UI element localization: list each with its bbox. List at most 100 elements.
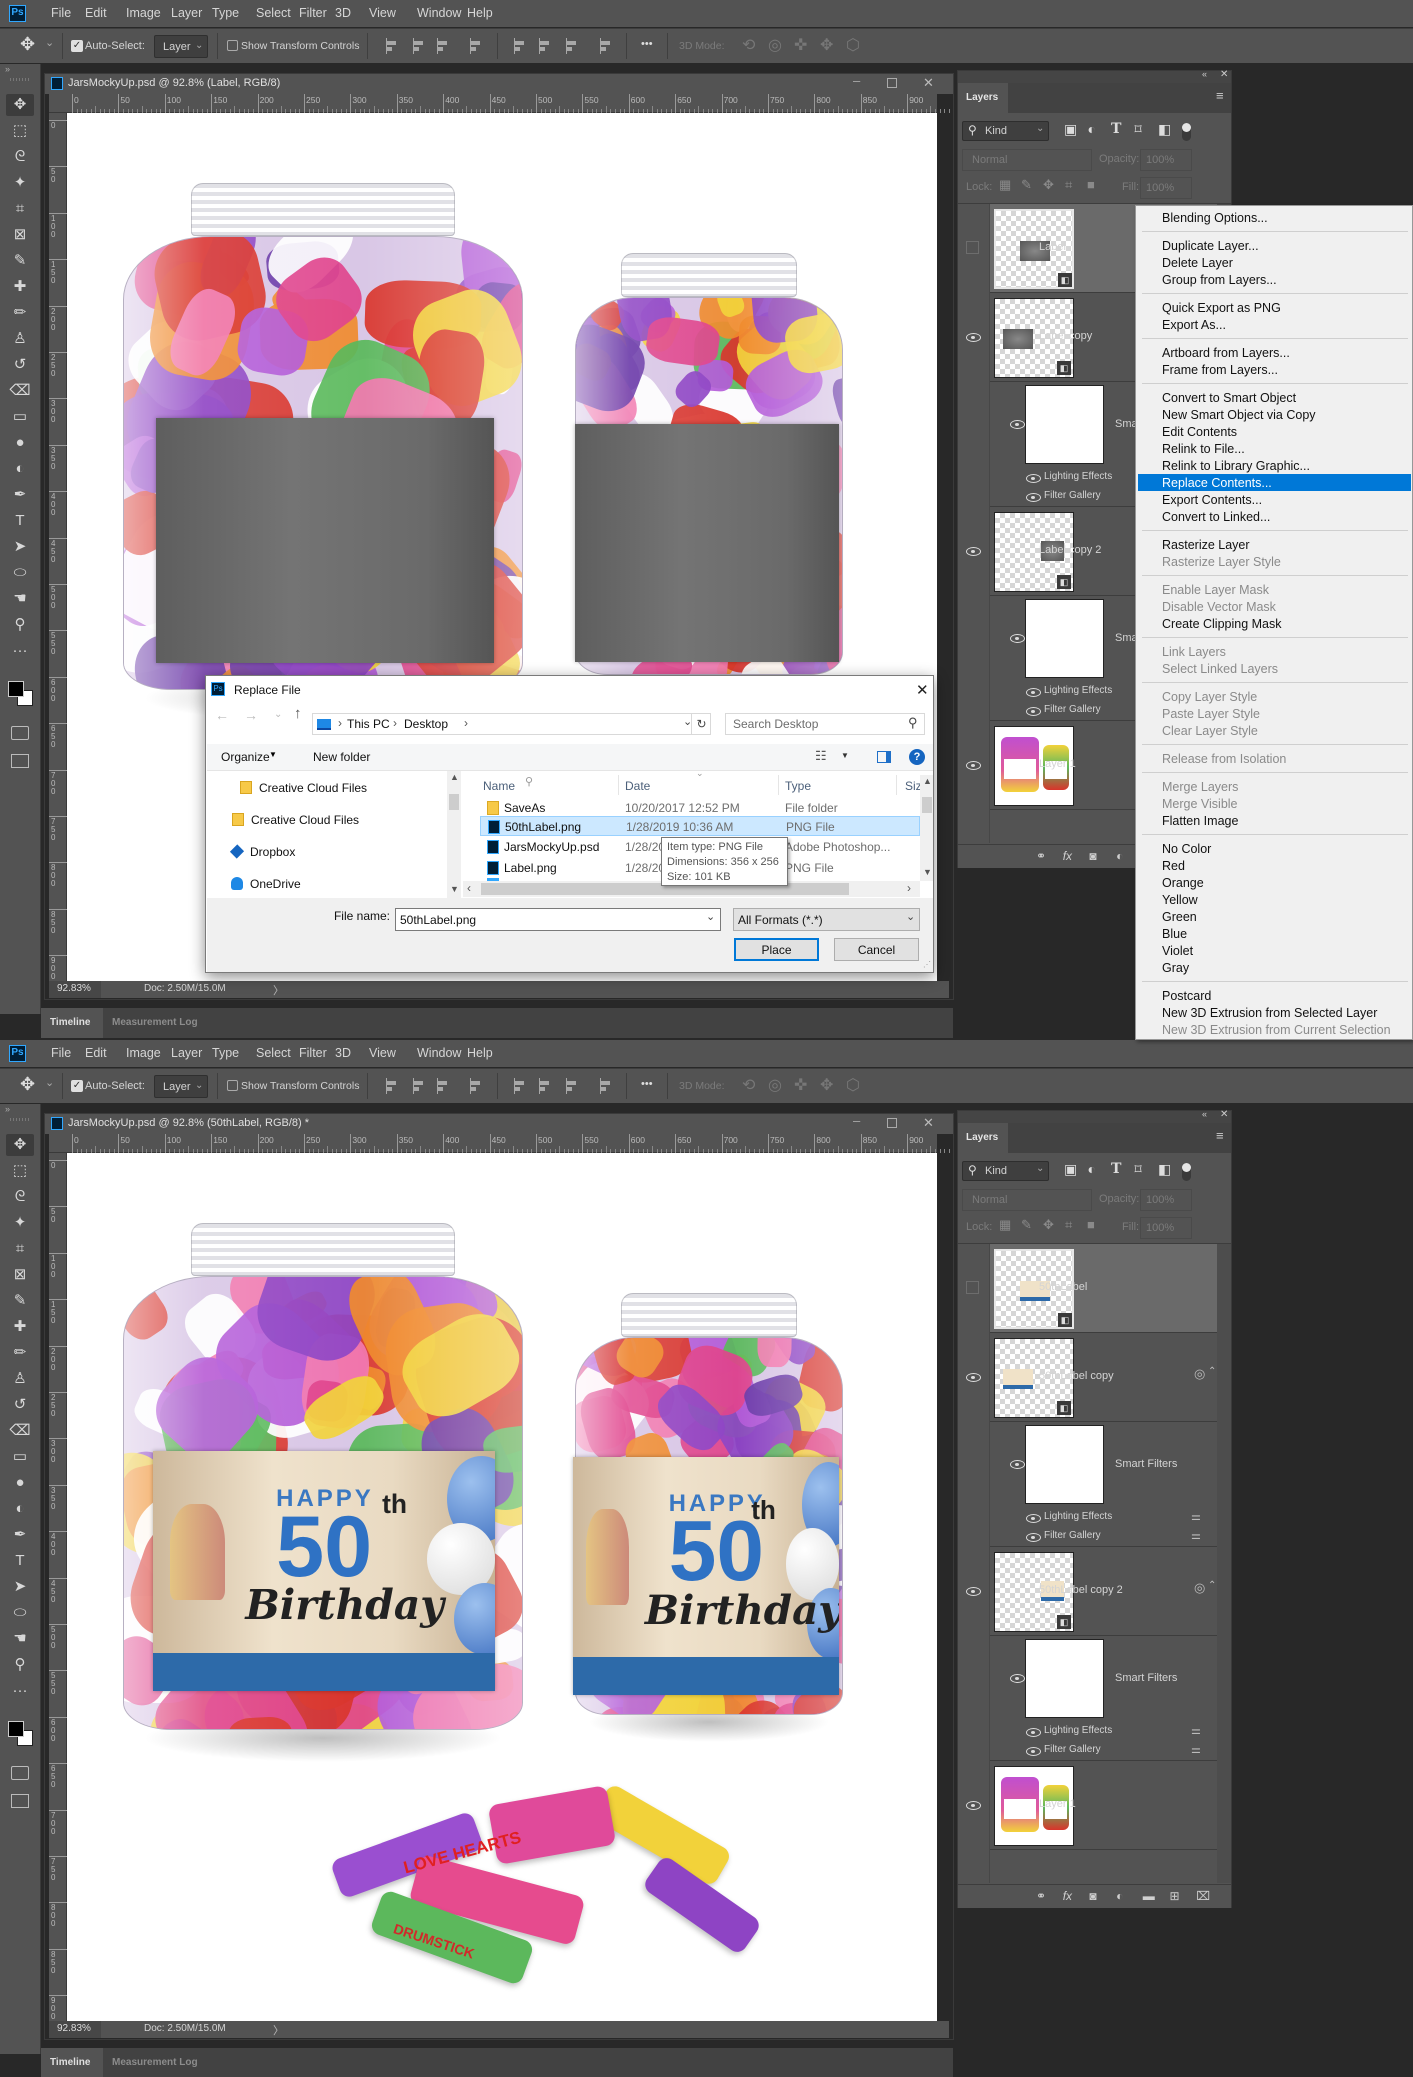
menu-item-orange[interactable]: Orange bbox=[1138, 874, 1411, 891]
menu-item-rasterize-layer[interactable]: Rasterize Layer bbox=[1138, 536, 1411, 553]
align-right-icon[interactable] bbox=[437, 38, 449, 54]
close-panel-icon[interactable]: ✕ bbox=[1220, 1109, 1228, 1120]
filter-blending-options-icon[interactable]: ⚌ bbox=[1191, 1529, 1201, 1542]
view-options-caret-icon[interactable]: ▼ bbox=[841, 751, 849, 760]
scroll-left-arrow[interactable]: ‹ bbox=[467, 881, 471, 895]
filter-kind-dropdown[interactable]: ⚲ Kind ⌄ bbox=[962, 1161, 1049, 1181]
distribute-vertical-icon[interactable] bbox=[600, 1078, 612, 1094]
distribute-horizontal-icon[interactable] bbox=[470, 1078, 482, 1094]
menu-image[interactable]: Image bbox=[126, 1046, 161, 1060]
adjustment-layer-icon[interactable]: ◐ bbox=[1116, 849, 1123, 863]
breadcrumb-desktop[interactable]: Desktop bbox=[404, 717, 448, 731]
menu-edit[interactable]: Edit bbox=[85, 1046, 107, 1060]
healing-brush-tool-icon[interactable]: ✚ bbox=[6, 276, 34, 298]
menu-item-relink-to-library-graphic[interactable]: Relink to Library Graphic... bbox=[1138, 457, 1411, 474]
change-view-icon[interactable]: ☷ bbox=[815, 748, 827, 764]
navigation-scrollbar[interactable]: ▲ ▼ bbox=[447, 771, 461, 898]
path-selection-tool-icon[interactable]: ➤ bbox=[6, 1576, 34, 1598]
layer-style-fx-icon[interactable]: fx bbox=[1063, 1889, 1072, 1903]
orbit-3d-icon[interactable]: ⟲ bbox=[742, 1075, 755, 1095]
zoom-level[interactable]: 92.83% bbox=[49, 981, 101, 998]
expand-filters-icon[interactable]: ⌃ bbox=[1208, 1580, 1216, 1591]
vertical-ruler[interactable]: 0 50 100 150 200 250 300 350 400 450 500 550 600 650 7… bbox=[49, 1153, 67, 2021]
type-tool-icon[interactable]: T bbox=[6, 1550, 34, 1572]
menu-3d[interactable]: 3D bbox=[335, 1046, 351, 1060]
preview-pane-icon[interactable] bbox=[877, 751, 891, 763]
panel-menu-icon[interactable]: ≡ bbox=[1216, 88, 1224, 103]
menu-item-new-3d-extrusion-from-selected-layer[interactable]: New 3D Extrusion from Selected Layer bbox=[1138, 1004, 1411, 1021]
layer-row[interactable]: Layer 1 bbox=[990, 1761, 1217, 1850]
slide-3d-icon[interactable]: ✥ bbox=[820, 1075, 833, 1095]
auto-select-target-dropdown[interactable]: Layer ⌄ bbox=[154, 1075, 208, 1098]
filter-shape-icon[interactable]: ⌑ bbox=[1135, 121, 1142, 138]
new-layer-icon[interactable]: ⊞ bbox=[1170, 1889, 1180, 1903]
filter-pixel-icon[interactable]: ▣ bbox=[1064, 121, 1077, 138]
maximize-button[interactable] bbox=[887, 1118, 897, 1128]
menu-item-export-as[interactable]: Export As... bbox=[1138, 316, 1411, 333]
maximize-button[interactable] bbox=[887, 78, 897, 88]
file-row[interactable]: SaveAs 10/20/2017 12:52 PM File folder bbox=[480, 798, 920, 818]
history-brush-tool-icon[interactable]: ↺ bbox=[6, 1394, 34, 1416]
roll-3d-icon[interactable]: ◎ bbox=[768, 1075, 782, 1095]
eraser-tool-icon[interactable]: ⌫ bbox=[6, 1420, 34, 1442]
eye-icon[interactable] bbox=[1010, 634, 1025, 643]
cancel-button[interactable]: Cancel bbox=[834, 938, 919, 961]
filter-shape-icon[interactable]: ⌑ bbox=[1135, 1161, 1142, 1178]
more-tools-icon[interactable]: ··· bbox=[6, 640, 34, 662]
scale-3d-icon[interactable]: ⬡ bbox=[846, 1075, 860, 1095]
quick-mask-icon[interactable] bbox=[11, 726, 29, 740]
tab-measurement-log[interactable]: Measurement Log bbox=[103, 2048, 198, 2077]
menu-item-red[interactable]: Red bbox=[1138, 857, 1411, 874]
menu-item-yellow[interactable]: Yellow bbox=[1138, 891, 1411, 908]
align-top-icon[interactable] bbox=[514, 38, 526, 54]
pen-tool-icon[interactable]: ✒ bbox=[6, 1524, 34, 1546]
eye-icon[interactable] bbox=[1026, 493, 1041, 502]
eye-icon[interactable] bbox=[966, 547, 981, 556]
scrollbar-thumb[interactable] bbox=[449, 794, 459, 810]
blur-tool-icon[interactable]: ● bbox=[6, 1472, 34, 1494]
minimize-button[interactable]: – bbox=[853, 1113, 860, 1128]
refresh-button[interactable]: ↻ bbox=[691, 714, 711, 734]
auto-select-target-dropdown[interactable]: Layer ⌄ bbox=[154, 35, 208, 58]
menu-item-convert-to-smart-object[interactable]: Convert to Smart Object bbox=[1138, 389, 1411, 406]
shape-tool-icon[interactable]: ⬭ bbox=[6, 562, 34, 584]
tab-timeline[interactable]: Timeline bbox=[41, 1008, 103, 1038]
eye-icon[interactable] bbox=[1026, 1728, 1041, 1737]
vertical-ruler[interactable]: 0 50 100 150 200 250 300 350 400 450 500 550 600 650 7… bbox=[49, 113, 67, 981]
minimize-button[interactable]: – bbox=[853, 73, 860, 88]
align-bottom-icon[interactable] bbox=[566, 1078, 578, 1094]
scroll-up-arrow[interactable]: ▲ bbox=[450, 772, 459, 782]
menu-item-blue[interactable]: Blue bbox=[1138, 925, 1411, 942]
eye-icon[interactable] bbox=[1010, 1674, 1025, 1683]
scale-3d-icon[interactable]: ⬡ bbox=[846, 35, 860, 55]
menu-item-frame-from-layers[interactable]: Frame from Layers... bbox=[1138, 361, 1411, 378]
scrollbar-thumb[interactable] bbox=[922, 797, 932, 813]
align-vertical-center-icon[interactable] bbox=[539, 1078, 551, 1094]
menu-item-convert-to-linked[interactable]: Convert to Linked... bbox=[1138, 508, 1411, 525]
path-selection-tool-icon[interactable]: ➤ bbox=[6, 536, 34, 558]
tab-measurement-log[interactable]: Measurement Log bbox=[103, 1008, 198, 1038]
clone-stamp-tool-icon[interactable]: ♙ bbox=[6, 328, 34, 350]
crop-tool-icon[interactable]: ⌗ bbox=[6, 1238, 34, 1260]
align-vertical-center-icon[interactable] bbox=[539, 38, 551, 54]
filter-blending-options-icon[interactable]: ⚌ bbox=[1191, 1743, 1201, 1756]
move-tool-icon[interactable]: ✥ bbox=[20, 34, 35, 55]
column-header-type[interactable]: Type bbox=[785, 779, 811, 793]
layer-style-fx-icon[interactable]: fx bbox=[1063, 849, 1072, 863]
up-button[interactable]: ↑ bbox=[294, 705, 302, 722]
screen-mode-icon[interactable] bbox=[11, 1794, 29, 1808]
menu-type[interactable]: Type bbox=[212, 1046, 239, 1060]
show-transform-controls-checkbox[interactable] bbox=[227, 1080, 238, 1091]
search-input[interactable]: Search Desktop ⚲ bbox=[725, 713, 925, 735]
menu-file[interactable]: File bbox=[51, 6, 71, 20]
slide-3d-icon[interactable]: ✥ bbox=[820, 35, 833, 55]
file-type-dropdown[interactable]: All Formats (*.*) ⌄ bbox=[733, 908, 920, 931]
orbit-3d-icon[interactable]: ⟲ bbox=[742, 35, 755, 55]
eye-icon[interactable] bbox=[966, 1373, 981, 1382]
distribute-vertical-icon[interactable] bbox=[600, 38, 612, 54]
smart-filter-row[interactable]: Filter Gallery ⚌ bbox=[990, 1528, 1217, 1547]
filter-toggle[interactable] bbox=[1182, 1163, 1191, 1181]
menu-item-delete-layer[interactable]: Delete Layer bbox=[1138, 254, 1411, 271]
auto-select-checkbox[interactable]: ✓ bbox=[71, 1080, 83, 1092]
column-header-name[interactable]: Name bbox=[483, 779, 515, 793]
